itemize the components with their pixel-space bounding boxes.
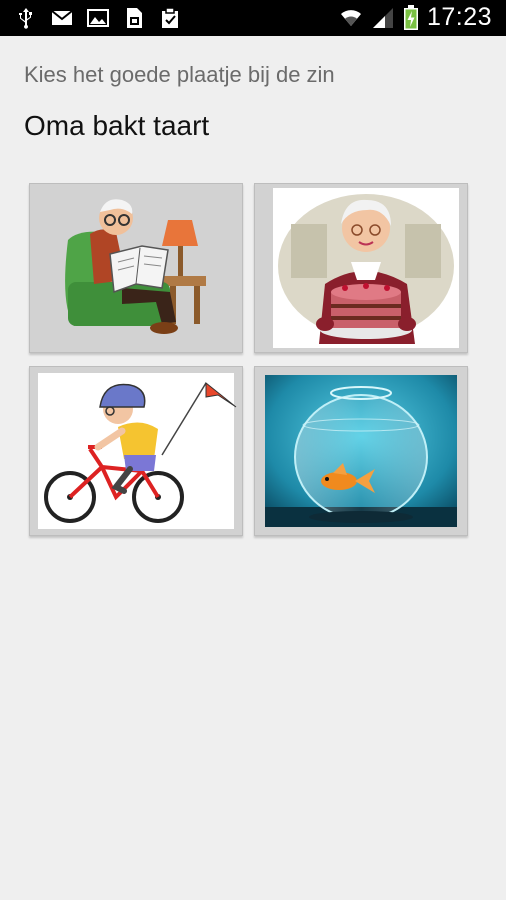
sentence-text: Oma bakt taart (24, 110, 210, 141)
choice-tile-grandma-cake[interactable] (254, 183, 468, 353)
image-icon (87, 9, 109, 27)
goldfish-bowl-image (255, 367, 467, 535)
clipboard-icon (162, 7, 178, 28)
grandma-cake-image (255, 184, 467, 352)
boy-bicycle-image (30, 367, 242, 535)
signal-icon (372, 7, 393, 28)
clock: 17:23 (426, 3, 492, 31)
instruction-text: Kies het goede plaatje bij de zin (24, 62, 335, 87)
battery-charging-icon (403, 4, 418, 30)
grandpa-reading-image (30, 184, 242, 352)
status-bar: 17:23 (0, 0, 506, 36)
choice-tile-grandpa[interactable] (29, 183, 243, 353)
usb-icon (19, 8, 32, 29)
choice-tile-bicycle[interactable] (29, 366, 243, 536)
mail-icon (51, 10, 73, 25)
sim-icon (127, 8, 142, 28)
choice-tile-goldfish[interactable] (254, 366, 468, 536)
wifi-icon (340, 9, 361, 26)
